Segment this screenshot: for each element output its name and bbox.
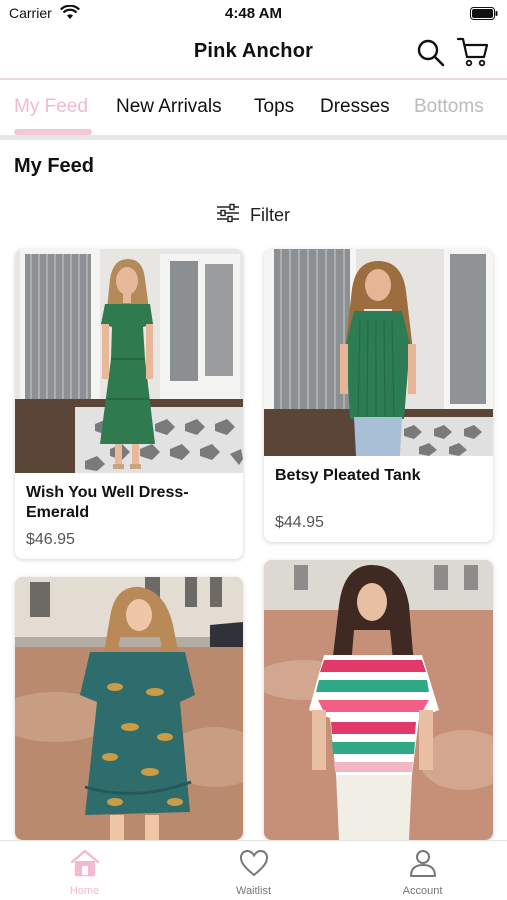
tab-bottoms[interactable]: Bottoms xyxy=(414,96,484,118)
tab-my-feed[interactable]: My Feed xyxy=(14,96,88,118)
product-image xyxy=(15,577,243,840)
tab-waitlist[interactable]: Waitlist xyxy=(169,841,338,900)
product-card[interactable] xyxy=(15,577,243,840)
tabs-divider xyxy=(0,135,507,140)
search-icon[interactable] xyxy=(416,38,446,68)
filter-sliders-icon xyxy=(216,203,240,228)
product-card[interactable] xyxy=(264,560,493,840)
bottom-tab-bar: Home Waitlist Account xyxy=(0,840,507,900)
product-name: Wish You Well Dress-Emerald xyxy=(26,484,189,521)
category-tabs: My Feed New Arrivals Tops Dresses Bottom… xyxy=(0,80,507,136)
heart-icon xyxy=(239,848,269,878)
person-icon xyxy=(408,848,438,878)
tab-home[interactable]: Home xyxy=(0,841,169,900)
tab-waitlist-label: Waitlist xyxy=(235,885,272,897)
filter-button[interactable]: Filter xyxy=(216,203,290,227)
navigation-bar: Pink Anchor xyxy=(0,28,507,78)
product-card[interactable]: Betsy Pleated Tank $44.95 xyxy=(264,249,493,542)
filter-label: Filter xyxy=(250,204,290,225)
clock-time: 4:48 AM xyxy=(225,5,282,22)
product-image xyxy=(15,249,243,473)
product-name: Betsy Pleated Tank xyxy=(275,467,421,484)
product-price: $44.95 xyxy=(275,514,324,531)
tab-account[interactable]: Account xyxy=(338,841,507,900)
product-image xyxy=(264,249,493,456)
tab-account-label: Account xyxy=(402,885,443,897)
battery-icon xyxy=(470,7,498,25)
tab-new-arrivals[interactable]: New Arrivals xyxy=(116,96,222,118)
tab-tops[interactable]: Tops xyxy=(254,96,294,118)
tab-home-label: Home xyxy=(69,885,100,897)
cart-icon[interactable] xyxy=(456,36,490,68)
feed-title: My Feed xyxy=(14,155,95,177)
product-image xyxy=(264,560,493,840)
home-icon xyxy=(70,848,100,878)
product-price: $46.95 xyxy=(26,531,75,548)
tab-dresses[interactable]: Dresses xyxy=(320,96,390,118)
status-bar: Carrier 4:48 AM xyxy=(0,0,507,28)
product-card[interactable]: Wish You Well Dress-Emerald $46.95 xyxy=(15,249,243,559)
